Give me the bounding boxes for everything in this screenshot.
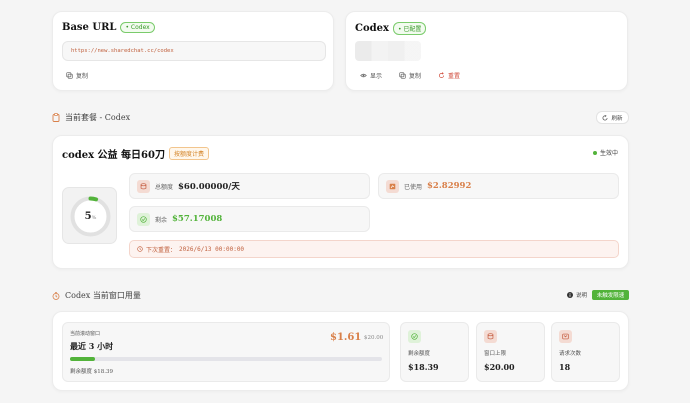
codex-key-title: Codex <box>355 23 389 34</box>
usage-card: 当前滚动窗口 最近 3 小时 $1.61 $20.00 剩余额度 $18.39 … <box>52 311 629 391</box>
usage-section-title: Codex 当前窗口用量 <box>65 291 141 300</box>
codex-key-card: Codex • 已配置 显示 复制 重置 <box>345 11 628 91</box>
timer-icon <box>52 291 60 300</box>
base-url-value: https://new.sharedchat.cc/codex <box>71 48 174 54</box>
show-label: 显示 <box>370 73 383 80</box>
eye-icon <box>360 73 367 78</box>
remaining-value: $57.17008 <box>172 214 223 224</box>
plan-header: codex 公益 每日60刀 按额度计费 <box>62 146 209 161</box>
database-icon <box>137 179 150 193</box>
used-label: 已使用 <box>404 183 423 191</box>
window-label: 当前滚动窗口 <box>70 331 101 337</box>
usage-gauge-box: 5 % <box>62 187 117 244</box>
codex-tag: • Codex <box>120 22 155 33</box>
copy-icon <box>399 72 406 79</box>
window-limit: $20.00 <box>364 335 384 341</box>
configured-tag: • 已配置 <box>392 22 427 35</box>
base-url-header: Base URL • Codex <box>62 22 155 33</box>
refresh-label: 刷新 <box>611 115 623 122</box>
plan-section-title: 当前套餐 - Codex <box>65 113 131 122</box>
base-url-card: Base URL • Codex https://new.sharedchat.… <box>52 11 334 91</box>
reset-key-button[interactable]: 重置 <box>438 71 460 80</box>
mini-stat-label: 剩余额度 <box>408 351 431 357</box>
base-url-title: Base URL <box>62 22 117 33</box>
info-icon <box>567 292 573 298</box>
used-value: $2.82992 <box>427 181 472 191</box>
codex-key-header: Codex • 已配置 <box>355 22 427 35</box>
mini-stat-value: $20.00 <box>484 362 515 372</box>
masked-key <box>355 41 421 61</box>
total-value: $60.00000/天 <box>178 182 240 192</box>
plan-section-heading: 当前套餐 - Codex <box>52 112 130 123</box>
total-quota-stat: 总额度 $60.00000/天 <box>129 173 370 199</box>
remaining-label: 剩余 <box>155 216 168 224</box>
copy-label: 复制 <box>409 73 422 80</box>
window-amount: $1.61 <box>330 332 362 343</box>
plan-card: codex 公益 每日60刀 按额度计费 生效中 5 % 总额度 $60.000… <box>52 135 629 269</box>
reset-icon <box>439 72 444 78</box>
reset-time: 2026/6/13 00:00:00 <box>179 245 245 253</box>
mini-stat-label: 请求次数 <box>559 351 582 357</box>
copy-icon <box>66 72 73 79</box>
clock-icon <box>137 246 143 252</box>
copy-key-button[interactable]: 复制 <box>399 71 421 80</box>
check-icon <box>408 330 421 343</box>
gauge-center: 5 % <box>63 188 118 245</box>
reset-label: 下次重置： <box>146 246 177 254</box>
check-icon <box>137 212 150 226</box>
mini-stat-limit: 窗口上限 $20.00 <box>476 322 545 382</box>
window-value: 最近 3 小时 <box>70 341 114 351</box>
database-icon <box>484 330 497 343</box>
chart-icon <box>386 179 399 193</box>
gauge-percent-unit: % <box>91 214 97 221</box>
base-url-field[interactable]: https://new.sharedchat.cc/codex <box>62 41 326 61</box>
mini-stat-requests: 请求次数 18 <box>551 322 620 382</box>
mini-stat-value: 18 <box>559 362 571 372</box>
status-label: 生效中 <box>599 150 618 157</box>
next-reset-bar: 下次重置： 2026/6/13 00:00:00 <box>129 240 619 258</box>
total-label: 总额度 <box>155 183 174 191</box>
window-progress-track <box>70 357 382 361</box>
reset-label: 重置 <box>448 73 461 80</box>
usage-section-heading: Codex 当前窗口用量 <box>52 290 141 301</box>
refresh-icon <box>603 114 608 120</box>
window-remaining-caption: 剩余额度 $18.39 <box>70 369 113 375</box>
copy-base-url-button[interactable]: 复制 <box>66 71 88 80</box>
status-dot <box>592 150 597 155</box>
copy-label: 复制 <box>76 73 89 80</box>
window-progress-fill <box>70 357 95 361</box>
show-key-button[interactable]: 显示 <box>360 71 382 80</box>
billing-tag: 按额度计费 <box>168 147 209 160</box>
clipboard-icon <box>52 113 60 122</box>
mini-stat-value: $18.39 <box>408 362 439 372</box>
gauge-percent: 5 <box>84 211 92 222</box>
rate-limit-badge: 未触发限速 <box>592 290 629 300</box>
remaining-stat: 剩余 $57.17008 <box>129 206 370 232</box>
mini-stat-label: 窗口上限 <box>484 351 507 357</box>
refresh-button[interactable]: 刷新 <box>596 111 629 124</box>
window-panel: 当前滚动窗口 最近 3 小时 $1.61 $20.00 剩余额度 $18.39 <box>62 322 390 382</box>
plan-status: 生效中 <box>592 148 618 157</box>
help-link[interactable]: 说明 <box>567 291 587 299</box>
used-stat: 已使用 $2.82992 <box>378 173 619 199</box>
mini-stat-remaining: 剩余额度 $18.39 <box>400 322 469 382</box>
plan-name: codex 公益 每日60刀 <box>62 150 165 161</box>
help-label: 说明 <box>576 293 588 299</box>
request-icon <box>559 330 572 343</box>
